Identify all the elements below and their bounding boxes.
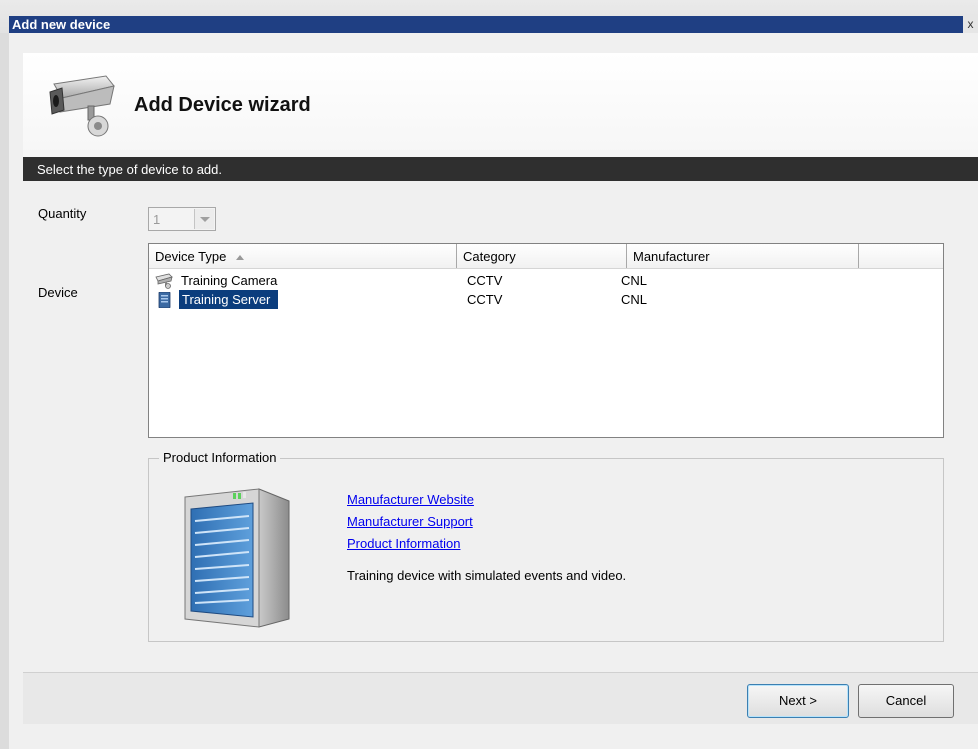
titlebar-strip (9, 16, 971, 33)
manufacturer-cell: CNL (621, 292, 648, 307)
instruction-bar: Select the type of device to add. (23, 157, 978, 181)
list-row-selected[interactable]: Training Server CCTV CNL (149, 290, 943, 309)
column-manufacturer[interactable]: Manufacturer (627, 244, 859, 268)
instruction-text: Select the type of device to add. (37, 162, 223, 177)
list-row[interactable]: Training Camera CCTV CNL (149, 271, 943, 290)
list-header: Device Type Category Manufacturer (149, 244, 943, 269)
cancel-button[interactable]: Cancel (858, 684, 954, 718)
security-camera-icon (49, 75, 115, 137)
close-button[interactable]: x (963, 16, 978, 33)
product-information-group: Product Information Manufacturer Website… (148, 450, 944, 642)
device-type-cell-selected: Training Server (179, 290, 279, 309)
footer-divider (23, 672, 978, 673)
quantity-value: 1 (153, 212, 161, 227)
device-list[interactable]: Device Type Category Manufacturer Traini… (148, 243, 944, 438)
product-information-link[interactable]: Product Information (347, 536, 460, 551)
device-type-cell: Training Camera (181, 273, 278, 288)
wizard-title: Add Device wizard (134, 94, 311, 116)
next-button[interactable]: Next > (747, 684, 849, 718)
chevron-down-icon[interactable] (194, 209, 214, 229)
group-legend: Product Information (159, 450, 281, 465)
sort-ascending-icon (236, 255, 245, 261)
manufacturer-support-link[interactable]: Manufacturer Support (347, 514, 473, 529)
manufacturer-website-link[interactable]: Manufacturer Website (347, 492, 474, 507)
camera-icon (155, 273, 173, 289)
server-image (184, 488, 290, 628)
category-cell: CCTV (467, 273, 503, 288)
product-description: Training device with simulated events an… (347, 568, 627, 583)
column-category[interactable]: Category (457, 244, 627, 268)
quantity-combobox[interactable]: 1 (148, 207, 216, 231)
quantity-label: Quantity (38, 206, 87, 221)
category-cell: CCTV (467, 292, 503, 307)
manufacturer-cell: CNL (621, 273, 648, 288)
window-titlebar (0, 0, 978, 33)
column-device-type[interactable]: Device Type (149, 244, 457, 268)
window-title: Add new device (12, 17, 111, 32)
server-icon (158, 292, 171, 308)
device-label: Device (38, 285, 78, 300)
